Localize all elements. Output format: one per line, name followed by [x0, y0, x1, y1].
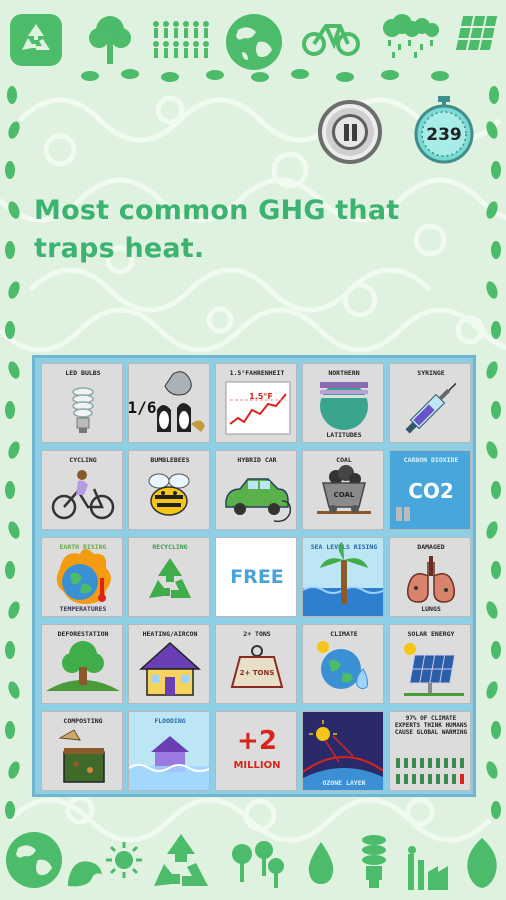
people-icon — [396, 758, 464, 784]
acid-rain-icon — [383, 14, 439, 58]
people-icon — [153, 21, 209, 58]
bicycle-icon — [302, 24, 360, 56]
globe-icon — [226, 14, 282, 70]
solar-panel-icon — [404, 643, 464, 696]
bingo-cell-fahrenheit[interactable]: 1.5°Fahrenheit 1.5°F — [215, 363, 297, 443]
palm-tree-flood-icon — [303, 542, 383, 616]
co2-text: CO2 — [408, 479, 454, 503]
bingo-cell-two-million[interactable]: +2 MILLION — [215, 711, 297, 791]
bingo-cell-bumblebees[interactable]: Bumblebees — [128, 450, 210, 530]
bottom-icon-strip — [0, 830, 506, 900]
bingo-cell-syringe[interactable]: Syringe — [389, 363, 471, 443]
tree-stump-icon — [46, 641, 120, 691]
bingo-cell-deforestation[interactable]: Deforestation — [41, 624, 123, 704]
bingo-cell-free[interactable]: FREE — [215, 537, 297, 617]
hybrid-car-icon — [225, 478, 292, 523]
leaf-icon — [467, 838, 497, 888]
solar-panel-icon — [455, 16, 498, 50]
bingo-cell-rising-temperatures[interactable]: Earth Rising Temperatures — [41, 537, 123, 617]
bingo-cell-climate-experts[interactable]: 97% of Climate Experts Think Humans Caus… — [389, 711, 471, 791]
house-icon — [139, 641, 201, 696]
bingo-cell-led-bulbs[interactable]: LED Bulbs — [41, 363, 123, 443]
two-million-number: +2 — [237, 726, 277, 756]
flooded-house-icon — [129, 736, 209, 790]
tree-icon — [232, 841, 284, 888]
bingo-cell-cycling[interactable]: Cycling — [41, 450, 123, 530]
cell-label-bottom: Ozone Layer — [322, 779, 366, 787]
bingo-cell-composting[interactable]: Composting — [41, 711, 123, 791]
bingo-cell-ozone-layer[interactable]: Ozone Layer — [302, 711, 384, 791]
timer-value: 239 — [426, 125, 462, 145]
bingo-cell-recycling[interactable]: Recycling — [128, 537, 210, 617]
drop-icon — [308, 842, 334, 884]
free-space-text: FREE — [230, 566, 284, 588]
tree-icon — [89, 16, 131, 64]
cell-label-bottom: Lungs — [421, 605, 441, 613]
temperature-graph-icon — [225, 381, 291, 435]
bingo-cell-solar-energy[interactable]: Solar Energy — [389, 624, 471, 704]
bingo-cell-two-tons[interactable]: 2+ Tons 2+ TONS — [215, 624, 297, 704]
bingo-cell-carbon-dioxide[interactable]: Carbon Dioxide Carbon Dioxide CO2 — [389, 450, 471, 530]
seal-icon — [68, 861, 102, 887]
cell-label-bottom: Latitudes — [326, 431, 362, 439]
countdown-timer: 239 — [410, 96, 478, 164]
recycle-icon — [10, 14, 62, 66]
cell-label-bottom: Temperatures — [59, 605, 107, 613]
compost-bin-icon — [58, 729, 105, 783]
bulb-icon — [362, 835, 386, 888]
two-million-label: MILLION — [233, 760, 281, 771]
bingo-cell-sea-levels-rising[interactable]: Sea Levels Rising — [302, 537, 384, 617]
bingo-board: LED Bulbs 1/6 1.5°Fahrenheit 1.5°F North… — [32, 355, 476, 797]
pause-icon — [332, 114, 368, 150]
recycle-icon — [149, 558, 191, 598]
factory-icon — [408, 846, 448, 890]
bingo-cell-damaged-lungs[interactable]: Damaged Lungs — [389, 537, 471, 617]
sun-icon — [106, 842, 142, 878]
bingo-cell-northern-latitudes[interactable]: Northern Latitudes — [302, 363, 384, 443]
fraction-text: 1/6 — [128, 398, 157, 417]
bingo-cell-climate[interactable]: Climate — [302, 624, 384, 704]
pause-button[interactable] — [318, 100, 382, 164]
cyclist-icon — [51, 470, 115, 520]
bingo-cell-coal[interactable]: Coal COAL — [302, 450, 384, 530]
cfl-bulb-icon — [72, 387, 94, 433]
weight-text: 2+ TONS — [239, 669, 275, 677]
bingo-cell-heating-aircon[interactable]: Heating/Aircon — [128, 624, 210, 704]
graph-value-text: 1.5°F — [249, 392, 273, 401]
coal-cart-text: COAL — [333, 491, 355, 499]
bingo-cell-flooding[interactable]: Flooding — [128, 711, 210, 791]
bingo-cell-fraction[interactable]: 1/6 — [128, 363, 210, 443]
bumblebee-icon — [148, 473, 190, 516]
weight-icon — [230, 645, 284, 688]
question-text: Most common GHG that traps heat. — [34, 195, 400, 264]
melting-earth-icon — [317, 641, 368, 690]
top-icon-strip — [0, 6, 506, 70]
globe-icon — [6, 832, 62, 888]
syringe-icon — [405, 382, 457, 434]
cell-label: Carbon Dioxide — [403, 456, 459, 464]
recycle-icon — [154, 834, 208, 886]
bingo-cell-hybrid-car[interactable]: Hybrid Car — [215, 450, 297, 530]
